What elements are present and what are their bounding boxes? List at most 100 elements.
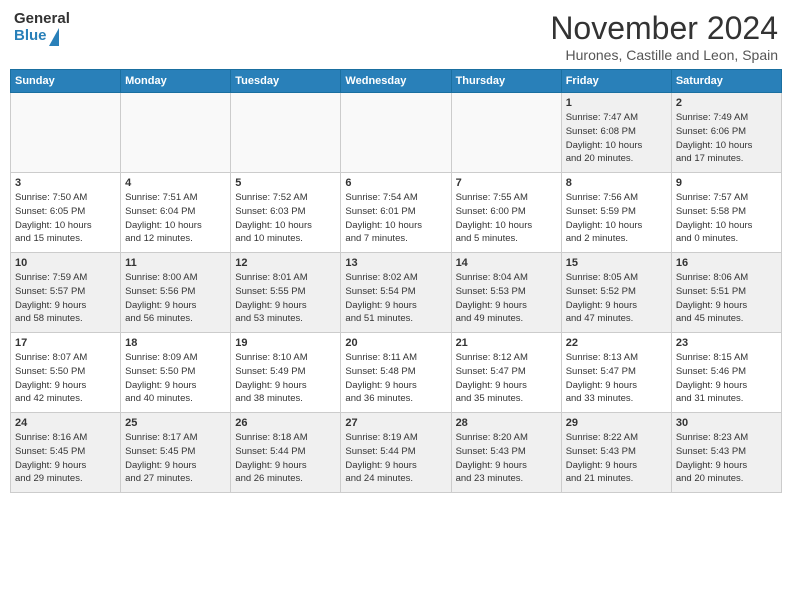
calendar-cell: 2Sunrise: 7:49 AMSunset: 6:06 PMDaylight… (671, 93, 781, 173)
day-info: Sunrise: 8:09 AMSunset: 5:50 PMDaylight:… (125, 351, 226, 406)
day-info: Sunrise: 8:15 AMSunset: 5:46 PMDaylight:… (676, 351, 777, 406)
logo-text-blue: Blue (14, 28, 47, 45)
day-info: Sunrise: 7:47 AMSunset: 6:08 PMDaylight:… (566, 111, 667, 166)
day-number: 24 (15, 417, 116, 429)
day-number: 23 (676, 337, 777, 349)
day-number: 7 (456, 177, 557, 189)
day-number: 17 (15, 337, 116, 349)
day-info: Sunrise: 7:54 AMSunset: 6:01 PMDaylight:… (345, 191, 446, 246)
day-number: 20 (345, 337, 446, 349)
day-number: 16 (676, 257, 777, 269)
title-block: November 2024 Hurones, Castille and Leon… (550, 10, 778, 63)
day-number: 19 (235, 337, 336, 349)
calendar-week-row: 3 Sunrise: 7:50 AMSunset: 6:05 PMDaylight… (11, 173, 782, 253)
day-info: Sunrise: 8:16 AMSunset: 5:45 PMDaylight:… (15, 431, 116, 486)
calendar-header-sunday: Sunday (11, 70, 121, 93)
calendar-week-row: 17 Sunrise: 8:07 AMSunset: 5:50 PMDayligh… (11, 333, 782, 413)
day-info: Sunrise: 8:19 AMSunset: 5:44 PMDaylight:… (345, 431, 446, 486)
day-info: Sunrise: 7:57 AMSunset: 5:58 PMDaylight:… (676, 191, 777, 246)
calendar-cell: 18Sunrise: 8:09 AMSunset: 5:50 PMDayligh… (121, 333, 231, 413)
calendar-cell: 22 Sunrise: 8:13 AMSunset: 5:47 PMDayligh… (561, 333, 671, 413)
day-info: Sunrise: 7:51 AMSunset: 6:04 PMDaylight:… (125, 191, 226, 246)
calendar-header-wednesday: Wednesday (341, 70, 451, 93)
calendar-cell: 13 Sunrise: 8:02 AMSunset: 5:54 PMDayligh… (341, 253, 451, 333)
day-number: 21 (456, 337, 557, 349)
logo: General Blue (14, 10, 70, 46)
calendar-cell: 23 Sunrise: 8:15 AMSunset: 5:46 PMDayligh… (671, 333, 781, 413)
logo-text-general: General (14, 10, 70, 27)
day-number: 26 (235, 417, 336, 429)
day-info: Sunrise: 8:18 AMSunset: 5:44 PMDaylight:… (235, 431, 336, 486)
calendar-cell (121, 93, 231, 173)
day-info: Sunrise: 8:10 AMSunset: 5:49 PMDaylight:… (235, 351, 336, 406)
day-info: Sunrise: 8:01 AMSunset: 5:55 PMDaylight:… (235, 271, 336, 326)
calendar-cell: 24 Sunrise: 8:16 AMSunset: 5:45 PMDayligh… (11, 413, 121, 493)
calendar-cell: 21Sunrise: 8:12 AMSunset: 5:47 PMDayligh… (451, 333, 561, 413)
day-info: Sunrise: 8:17 AMSunset: 5:45 PMDaylight:… (125, 431, 226, 486)
calendar-week-row: 1 Sunrise: 7:47 AMSunset: 6:08 PMDaylight… (11, 93, 782, 173)
calendar-cell: 14Sunrise: 8:04 AMSunset: 5:53 PMDayligh… (451, 253, 561, 333)
day-info: Sunrise: 7:56 AMSunset: 5:59 PMDaylight:… (566, 191, 667, 246)
day-info: Sunrise: 7:50 AMSunset: 6:05 PMDaylight:… (15, 191, 116, 246)
day-info: Sunrise: 8:11 AMSunset: 5:48 PMDaylight:… (345, 351, 446, 406)
day-number: 1 (566, 97, 667, 109)
calendar-cell: 28Sunrise: 8:20 AMSunset: 5:43 PMDayligh… (451, 413, 561, 493)
calendar-cell: 25Sunrise: 8:17 AMSunset: 5:45 PMDayligh… (121, 413, 231, 493)
page-header: General Blue November 2024 Hurones, Cast… (10, 10, 782, 63)
calendar-cell: 8 Sunrise: 7:56 AMSunset: 5:59 PMDaylight… (561, 173, 671, 253)
calendar-header-saturday: Saturday (671, 70, 781, 93)
calendar-week-row: 24 Sunrise: 8:16 AMSunset: 5:45 PMDayligh… (11, 413, 782, 493)
day-number: 12 (235, 257, 336, 269)
day-number: 10 (15, 257, 116, 269)
logo-triangle-icon (49, 28, 59, 46)
day-info: Sunrise: 7:52 AMSunset: 6:03 PMDaylight:… (235, 191, 336, 246)
calendar-cell: 20 Sunrise: 8:11 AMSunset: 5:48 PMDayligh… (341, 333, 451, 413)
day-info: Sunrise: 8:02 AMSunset: 5:54 PMDaylight:… (345, 271, 446, 326)
calendar-header-monday: Monday (121, 70, 231, 93)
day-number: 11 (125, 257, 226, 269)
day-number: 27 (345, 417, 446, 429)
calendar-cell: 1 Sunrise: 7:47 AMSunset: 6:08 PMDaylight… (561, 93, 671, 173)
day-info: Sunrise: 8:05 AMSunset: 5:52 PMDaylight:… (566, 271, 667, 326)
day-number: 22 (566, 337, 667, 349)
calendar-cell (231, 93, 341, 173)
calendar-header-friday: Friday (561, 70, 671, 93)
calendar-table: SundayMondayTuesdayWednesdayThursdayFrid… (10, 69, 782, 493)
day-info: Sunrise: 8:04 AMSunset: 5:53 PMDaylight:… (456, 271, 557, 326)
day-number: 9 (676, 177, 777, 189)
day-number: 15 (566, 257, 667, 269)
day-number: 5 (235, 177, 336, 189)
day-number: 6 (345, 177, 446, 189)
day-number: 2 (676, 97, 777, 109)
calendar-header-thursday: Thursday (451, 70, 561, 93)
calendar-cell: 29 Sunrise: 8:22 AMSunset: 5:43 PMDayligh… (561, 413, 671, 493)
calendar-cell (451, 93, 561, 173)
location-title: Hurones, Castille and Leon, Spain (550, 47, 778, 63)
calendar-cell: 12 Sunrise: 8:01 AMSunset: 5:55 PMDayligh… (231, 253, 341, 333)
calendar-cell: 10Sunrise: 7:59 AMSunset: 5:57 PMDayligh… (11, 253, 121, 333)
calendar-cell: 26 Sunrise: 8:18 AMSunset: 5:44 PMDayligh… (231, 413, 341, 493)
day-info: Sunrise: 8:23 AMSunset: 5:43 PMDaylight:… (676, 431, 777, 486)
day-info: Sunrise: 8:07 AMSunset: 5:50 PMDaylight:… (15, 351, 116, 406)
day-number: 3 (15, 177, 116, 189)
calendar-cell: 17 Sunrise: 8:07 AMSunset: 5:50 PMDayligh… (11, 333, 121, 413)
calendar-week-row: 10Sunrise: 7:59 AMSunset: 5:57 PMDayligh… (11, 253, 782, 333)
day-number: 29 (566, 417, 667, 429)
day-info: Sunrise: 8:00 AMSunset: 5:56 PMDaylight:… (125, 271, 226, 326)
day-number: 8 (566, 177, 667, 189)
calendar-cell: 19 Sunrise: 8:10 AMSunset: 5:49 PMDayligh… (231, 333, 341, 413)
calendar-cell: 6 Sunrise: 7:54 AMSunset: 6:01 PMDaylight… (341, 173, 451, 253)
month-title: November 2024 (550, 10, 778, 47)
day-info: Sunrise: 8:22 AMSunset: 5:43 PMDaylight:… (566, 431, 667, 486)
calendar-cell: 27 Sunrise: 8:19 AMSunset: 5:44 PMDayligh… (341, 413, 451, 493)
day-info: Sunrise: 8:13 AMSunset: 5:47 PMDaylight:… (566, 351, 667, 406)
day-number: 13 (345, 257, 446, 269)
calendar-cell: 16Sunrise: 8:06 AMSunset: 5:51 PMDayligh… (671, 253, 781, 333)
day-info: Sunrise: 7:55 AMSunset: 6:00 PMDaylight:… (456, 191, 557, 246)
calendar-cell: 30Sunrise: 8:23 AMSunset: 5:43 PMDayligh… (671, 413, 781, 493)
calendar-cell: 5 Sunrise: 7:52 AMSunset: 6:03 PMDaylight… (231, 173, 341, 253)
calendar-cell: 3 Sunrise: 7:50 AMSunset: 6:05 PMDaylight… (11, 173, 121, 253)
day-info: Sunrise: 8:20 AMSunset: 5:43 PMDaylight:… (456, 431, 557, 486)
calendar-cell: 15 Sunrise: 8:05 AMSunset: 5:52 PMDayligh… (561, 253, 671, 333)
calendar-cell (11, 93, 121, 173)
